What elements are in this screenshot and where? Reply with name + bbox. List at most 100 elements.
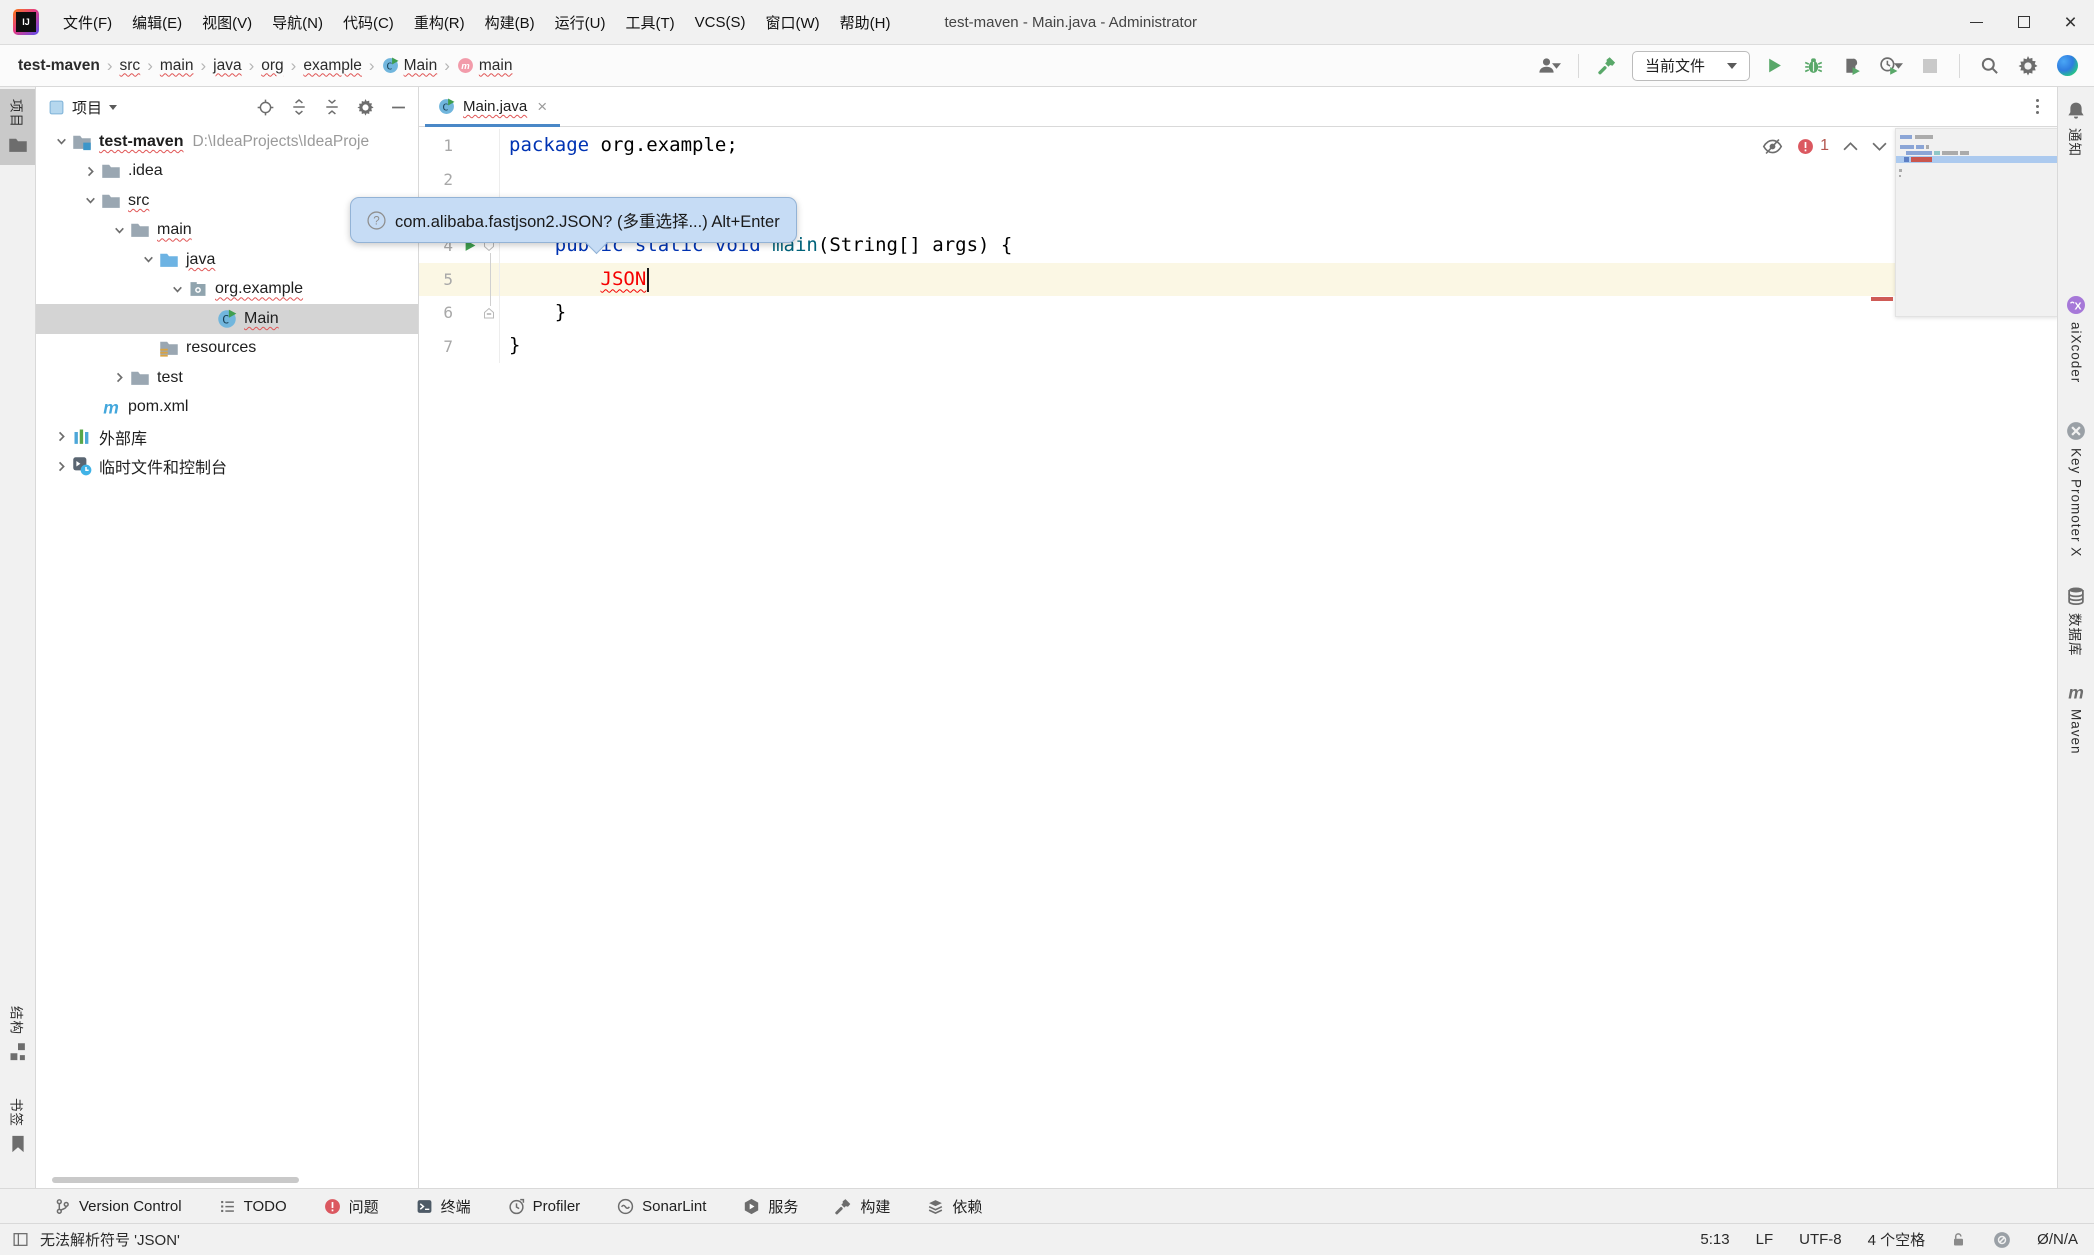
tree-row-external-libraries[interactable]: 外部库 (36, 422, 418, 452)
hide-panel-icon[interactable] (391, 100, 406, 115)
editor-tab-main-java[interactable]: C Main.java × (425, 87, 560, 126)
chevron-down-icon[interactable] (50, 135, 72, 148)
run-button[interactable] (1759, 51, 1789, 81)
minimize-button[interactable] (1953, 0, 2000, 44)
tree-row-pom[interactable]: mpom.xml (36, 393, 418, 423)
eye-slash-icon[interactable] (1762, 138, 1783, 155)
code-line-6[interactable]: 6 } (419, 296, 2057, 329)
breadcrumb-item-org[interactable]: org (261, 57, 283, 75)
bottom-bar-item-sonarlint[interactable]: SonarLint (617, 1198, 706, 1215)
settings-button[interactable] (2013, 51, 2043, 81)
user-account-button[interactable] (1534, 51, 1564, 81)
error-badge-icon[interactable] (1797, 138, 1814, 155)
right-bar-item-key-promoter[interactable]: Key Promoter X (2058, 411, 2094, 567)
menu-item-build[interactable]: 构建(B) (475, 0, 545, 44)
debug-button[interactable] (1798, 51, 1828, 81)
chevron-right-icon[interactable] (50, 460, 72, 473)
editor-minimap[interactable] (1895, 128, 2057, 317)
editor-content[interactable]: 1package org.example;23public class Main… (419, 127, 2057, 1188)
tree-row-test[interactable]: test (36, 363, 418, 393)
close-button[interactable]: × (2047, 0, 2094, 44)
chevron-right-icon[interactable] (50, 430, 72, 443)
select-opened-file-icon[interactable] (257, 99, 274, 116)
tree-row-org-example[interactable]: org.example (36, 275, 418, 305)
panel-settings-gear-icon[interactable] (357, 99, 374, 116)
bottom-bar-item-dependencies[interactable]: 依赖 (927, 1196, 982, 1217)
chevron-down-icon[interactable] (79, 194, 101, 207)
fold-region-end-icon[interactable] (482, 306, 496, 320)
left-bar-item-project[interactable]: 项目 (0, 89, 35, 165)
menu-item-navigate[interactable]: 导航(N) (262, 0, 333, 44)
code-line-2[interactable]: 2 (419, 162, 2057, 195)
breadcrumb-item-java[interactable]: java (213, 57, 241, 75)
maximize-button[interactable] (2000, 0, 2047, 44)
menu-item-run[interactable]: 运行(U) (545, 0, 616, 44)
bottom-bar-item-problems[interactable]: 问题 (324, 1196, 379, 1217)
right-bar-item-maven[interactable]: mMaven (2058, 672, 2094, 765)
bottom-bar-item-version-control[interactable]: Version Control (54, 1198, 182, 1215)
collapse-all-icon[interactable] (324, 99, 340, 115)
error-stripe-marker[interactable] (1871, 297, 1893, 301)
run-with-coverage-button[interactable] (1837, 51, 1867, 81)
previous-error-chevron-icon[interactable] (1843, 142, 1858, 151)
bottom-bar-item-build[interactable]: 构建 (835, 1196, 890, 1217)
bottom-bar-item-todo[interactable]: TODO (219, 1198, 287, 1215)
search-everywhere-button[interactable] (1974, 51, 2004, 81)
breadcrumb-item-main-method[interactable]: mmain (457, 57, 513, 75)
code-line-7[interactable]: 7} (419, 329, 2057, 362)
menu-item-file[interactable]: 文件(F) (53, 0, 122, 44)
profiler-button[interactable] (1876, 51, 1906, 81)
chevron-down-icon[interactable] (108, 224, 130, 237)
project-panel-title[interactable]: 项目 (72, 97, 102, 118)
tree-row-main-class[interactable]: CMain (36, 304, 418, 334)
menu-item-window[interactable]: 窗口(W) (755, 0, 829, 44)
right-bar-item-notifications[interactable]: 通知 (2058, 91, 2094, 167)
bottom-bar-item-profiler[interactable]: Profiler (508, 1198, 581, 1215)
chevron-right-icon[interactable] (108, 371, 130, 384)
memory-indicator-widget[interactable]: Ø/N/A (2037, 1231, 2078, 1248)
left-bar-item-bookmarks[interactable]: 书签 (0, 1088, 35, 1164)
import-hint-tooltip[interactable]: ? com.alibaba.fastjson2.JSON? (多重选择...) … (350, 197, 797, 243)
breadcrumb-item-src[interactable]: src (120, 57, 141, 75)
expand-all-icon[interactable] (291, 99, 307, 115)
tree-row-java[interactable]: java (36, 245, 418, 275)
menu-item-tools[interactable]: 工具(T) (615, 0, 684, 44)
run-configuration-select[interactable]: 当前文件 (1632, 51, 1750, 81)
breadcrumb-item-main-dir[interactable]: main (160, 57, 194, 75)
tree-row-resources[interactable]: resources (36, 334, 418, 364)
caret-position-widget[interactable]: 5:13 (1700, 1231, 1729, 1248)
menu-item-refactor[interactable]: 重构(R) (404, 0, 475, 44)
left-bar-item-structure[interactable]: 结构 (0, 996, 35, 1072)
tree-row-idea[interactable]: .idea (36, 157, 418, 187)
breadcrumb-item-main-class[interactable]: CMain (382, 57, 438, 75)
indent-widget[interactable]: 4 个空格 (1868, 1229, 1926, 1250)
build-project-button[interactable] (1593, 51, 1623, 81)
bottom-bar-item-services[interactable]: 服务 (743, 1196, 798, 1217)
chevron-down-icon[interactable] (137, 253, 159, 266)
encoding-widget[interactable]: UTF-8 (1799, 1231, 1842, 1248)
ide-features-trainer-button[interactable] (2052, 51, 2082, 81)
more-options-icon[interactable] (2032, 95, 2044, 119)
bottom-bar-item-terminal[interactable]: 终端 (416, 1196, 471, 1217)
tree-row-root[interactable]: test-mavenD:\IdeaProjects\IdeaProje (36, 127, 418, 157)
line-ending-widget[interactable]: LF (1756, 1231, 1774, 1248)
tree-row-scratches[interactable]: 临时文件和控制台 (36, 452, 418, 482)
tool-window-switcher-icon[interactable] (12, 1231, 29, 1248)
lock-open-icon[interactable] (1951, 1231, 1967, 1248)
breadcrumb-item-project[interactable]: test-maven (18, 57, 100, 75)
highlight-off-circle-icon[interactable] (1993, 1231, 2011, 1249)
chevron-right-icon[interactable] (79, 165, 101, 178)
breadcrumb-item-example[interactable]: example (303, 57, 362, 75)
stop-button[interactable] (1915, 51, 1945, 81)
code-line-5[interactable]: 5 JSON (419, 263, 2057, 296)
right-bar-item-database[interactable]: 数据库 (2058, 576, 2094, 667)
chevron-down-icon[interactable] (166, 283, 188, 296)
right-bar-item-aixcoder[interactable]: XaiXcoder (2058, 285, 2094, 393)
next-error-chevron-icon[interactable] (1872, 142, 1887, 151)
menu-item-view[interactable]: 视图(V) (192, 0, 262, 44)
close-tab-icon[interactable]: × (537, 98, 547, 115)
menu-item-help[interactable]: 帮助(H) (830, 0, 901, 44)
horizontal-scrollbar-thumb[interactable] (52, 1177, 299, 1183)
menu-item-vcs[interactable]: VCS(S) (685, 0, 756, 44)
menu-item-code[interactable]: 代码(C) (333, 0, 404, 44)
